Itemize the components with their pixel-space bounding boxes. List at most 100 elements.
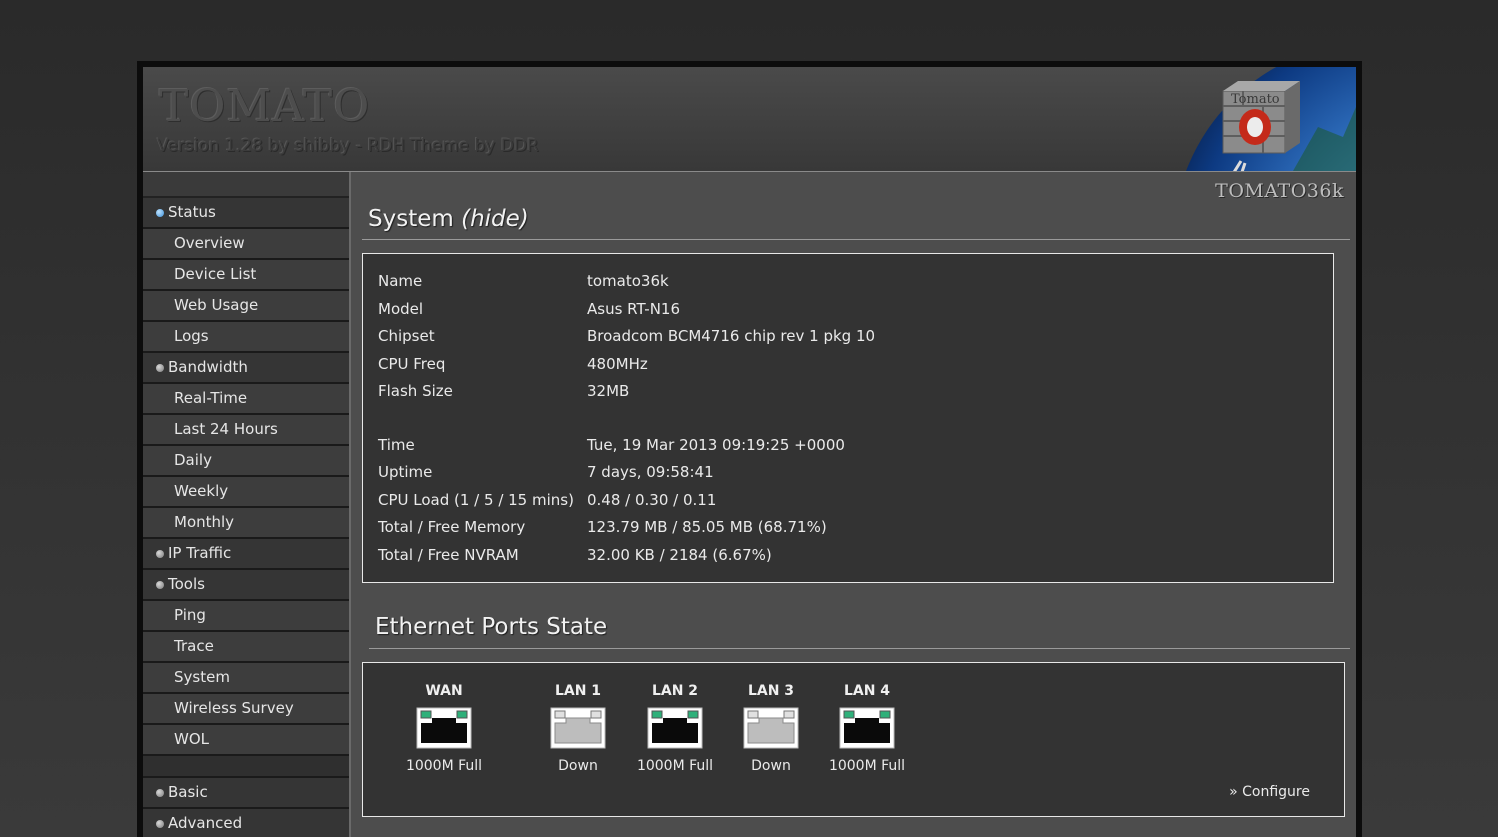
port-label: LAN 3	[747, 683, 795, 699]
sidebar-item-trace[interactable]: Trace	[143, 632, 349, 663]
port-lan-4: LAN 4 1000M Full	[822, 681, 912, 774]
info-value: tomato36k	[587, 272, 669, 290]
hide-link[interactable]: (hide)	[461, 206, 529, 232]
header-banner: TOMATO Version 1.28 by shibby - RDH Them…	[143, 67, 1356, 171]
port-lan-1: LAN 1 Down	[533, 681, 623, 774]
port-label: LAN 4	[843, 683, 891, 699]
main-content: TOMATO36k System (hide) Name tomato36k Mo…	[351, 172, 1356, 837]
info-label: CPU Freq	[378, 354, 446, 373]
info-value: 7 days, 09:58:41	[587, 463, 714, 481]
sidebar-item-wireless-survey[interactable]: Wireless Survey	[143, 694, 349, 725]
bullet-icon	[156, 550, 164, 558]
sidebar-item-wol[interactable]: WOL	[143, 725, 349, 756]
ethernet-port-connected-icon	[839, 707, 895, 749]
sidebar-item-bandwidth[interactable]: Bandwidth	[143, 353, 349, 384]
sidebar-item-label: Bandwidth	[168, 358, 248, 376]
ethernet-ports-box: WAN 1000M Full LAN 1 Down LAN 2 1000M Fu…	[362, 662, 1345, 817]
port-status: Down	[751, 758, 791, 774]
sidebar-item-basic[interactable]: Basic	[143, 778, 349, 809]
info-value: 480MHz	[587, 354, 648, 373]
system-section-title: System (hide)	[368, 206, 529, 232]
active-bullet-icon	[156, 209, 164, 217]
sidebar-item-last-24-hours[interactable]: Last 24 Hours	[143, 415, 349, 446]
sidebar-item-label: Advanced	[168, 814, 243, 832]
sidebar-item-label: Trace	[174, 637, 214, 655]
sidebar-item-label: Web Usage	[174, 296, 259, 314]
sidebar-item-label: Last 24 Hours	[174, 420, 278, 438]
sidebar-item-label: Monthly	[174, 513, 235, 531]
info-value: Tue, 19 Mar 2013 09:19:25 +0000	[587, 435, 845, 454]
bullet-icon	[156, 581, 164, 589]
port-lan-2: LAN 2 1000M Full	[630, 681, 720, 774]
info-label: CPU Load (1 / 5 / 15 mins)	[378, 490, 574, 509]
ethernet-port-down-icon	[550, 707, 606, 749]
configure-link[interactable]: » Configure	[1229, 784, 1310, 800]
router-name-tag: TOMATO36k	[1215, 180, 1344, 202]
sidebar-item-ping[interactable]: Ping	[143, 601, 349, 632]
port-label: LAN 1	[554, 683, 602, 699]
globe-firewall-logo: Tomato	[1186, 67, 1356, 171]
port-label: LAN 2	[651, 683, 699, 699]
sidebar-item-logs[interactable]: Logs	[143, 322, 349, 353]
info-value: 32.00 KB / 2184 (6.67%)	[587, 545, 772, 564]
info-value: Asus RT-N16	[587, 299, 681, 318]
sidebar-item-web-usage[interactable]: Web Usage	[143, 291, 349, 322]
sidebar-item-label: WOL	[174, 730, 209, 748]
bullet-icon	[156, 820, 164, 828]
sidebar-item-label: Ping	[174, 606, 206, 624]
system-info-box: Name tomato36k Model Asus RT-N16 Chipset Br…	[362, 253, 1334, 583]
sidebar-item-label: Overview	[174, 234, 245, 252]
ethernet-port-connected-icon	[647, 707, 703, 749]
info-label: Flash Size	[378, 382, 453, 400]
ethernet-section-title: Ethernet Ports State	[375, 614, 608, 640]
port-status: 1000M Full	[636, 758, 714, 774]
sidebar-item-real-time[interactable]: Real-Time	[143, 384, 349, 415]
info-label: Total / Free Memory	[378, 518, 526, 536]
sidebar-item-advanced[interactable]: Advanced	[143, 809, 349, 837]
sidebar-item-label: Basic	[168, 783, 208, 801]
logo-subtitle: Version 1.28 by shibby - RDH Theme by DD…	[157, 136, 539, 156]
sidebar-item-label: Logs	[174, 327, 209, 345]
bullet-icon	[156, 789, 164, 797]
svg-text:Tomato: Tomato	[1231, 92, 1280, 107]
port-status: Down	[558, 758, 598, 774]
info-value: Broadcom BCM4716 chip rev 1 pkg 10	[587, 327, 876, 345]
sidebar-item-label: IP Traffic	[168, 544, 232, 562]
sidebar-item-overview[interactable]: Overview	[143, 229, 349, 260]
sidebar-item-label: Tools	[168, 575, 205, 593]
section-rule	[369, 648, 1350, 649]
info-label: Total / Free NVRAM	[378, 545, 519, 564]
port-lan-3: LAN 3 Down	[726, 681, 816, 774]
sidebar-item-status[interactable]: Status	[143, 198, 349, 229]
sidebar-item-monthly[interactable]: Monthly	[143, 508, 349, 539]
system-title-text: System	[368, 206, 454, 232]
info-label: Uptime	[378, 463, 433, 481]
ethernet-port-connected-icon	[416, 707, 472, 749]
sidebar-item-tools[interactable]: Tools	[143, 570, 349, 601]
info-label: Model	[378, 299, 424, 318]
sidebar-item-label: Status	[168, 203, 216, 221]
ethernet-port-down-icon	[743, 707, 799, 749]
sidebar-item-daily[interactable]: Daily	[143, 446, 349, 477]
info-label: Time	[378, 435, 415, 454]
info-value: 32MB	[587, 382, 630, 400]
logo-title: TOMATO	[159, 81, 371, 132]
port-label: WAN	[425, 683, 463, 699]
info-value: 123.79 MB / 85.05 MB (68.71%)	[587, 518, 827, 536]
sidebar-item-label: Weekly	[174, 482, 229, 500]
sidebar-item-label: Daily	[174, 451, 212, 469]
sidebar-item-device-list[interactable]: Device List	[143, 260, 349, 291]
sidebar-item-system[interactable]: System	[143, 663, 349, 694]
info-label: Chipset	[378, 327, 435, 345]
sidebar-item-label: Real-Time	[174, 389, 248, 407]
sidebar-top-bar	[143, 172, 349, 198]
section-rule	[362, 239, 1350, 240]
sidebar-item-ip-traffic[interactable]: IP Traffic	[143, 539, 349, 570]
port-status: 1000M Full	[405, 758, 483, 774]
sidebar-nav: Status Overview Device List Web Usage Lo…	[143, 172, 351, 837]
sidebar-item-weekly[interactable]: Weekly	[143, 477, 349, 508]
port-status: 1000M Full	[828, 758, 906, 774]
info-value: 0.48 / 0.30 / 0.11	[587, 490, 717, 509]
port-wan: WAN 1000M Full	[399, 681, 489, 774]
info-label: Name	[378, 272, 423, 290]
